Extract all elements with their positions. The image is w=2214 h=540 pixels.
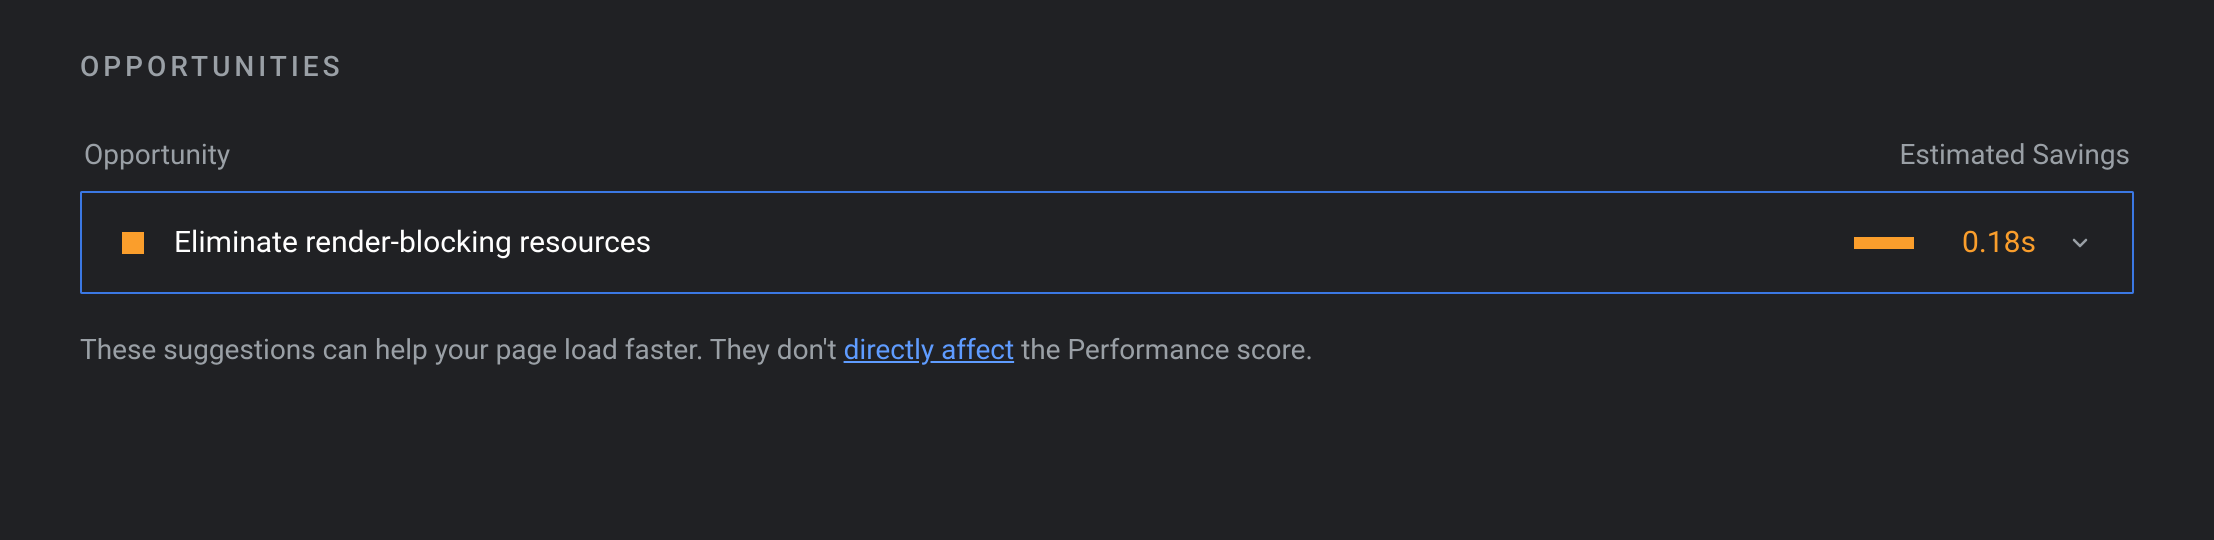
footer-prefix: These suggestions can help your page loa…	[80, 333, 844, 366]
footer-suffix: the Performance score.	[1014, 333, 1313, 366]
opportunity-left: Eliminate render-blocking resources	[122, 225, 651, 260]
savings-bar-icon	[1854, 237, 1914, 249]
savings-value: 0.18s	[1946, 225, 2036, 260]
opportunity-label: Eliminate render-blocking resources	[174, 225, 651, 260]
section-title: OPPORTUNITIES	[80, 50, 2134, 83]
opportunity-row[interactable]: Eliminate render-blocking resources 0.18…	[80, 191, 2134, 294]
status-square-icon	[122, 232, 144, 254]
column-header-opportunity: Opportunity	[84, 138, 230, 171]
footer-text: These suggestions can help your page loa…	[80, 329, 2134, 371]
column-header-savings: Estimated Savings	[1899, 138, 2130, 171]
chevron-down-icon[interactable]	[2068, 231, 2092, 255]
opportunities-section: OPPORTUNITIES Opportunity Estimated Savi…	[80, 50, 2134, 371]
opportunity-right: 0.18s	[1854, 225, 2092, 260]
table-header: Opportunity Estimated Savings	[80, 138, 2134, 171]
directly-affect-link[interactable]: directly affect	[844, 333, 1015, 366]
